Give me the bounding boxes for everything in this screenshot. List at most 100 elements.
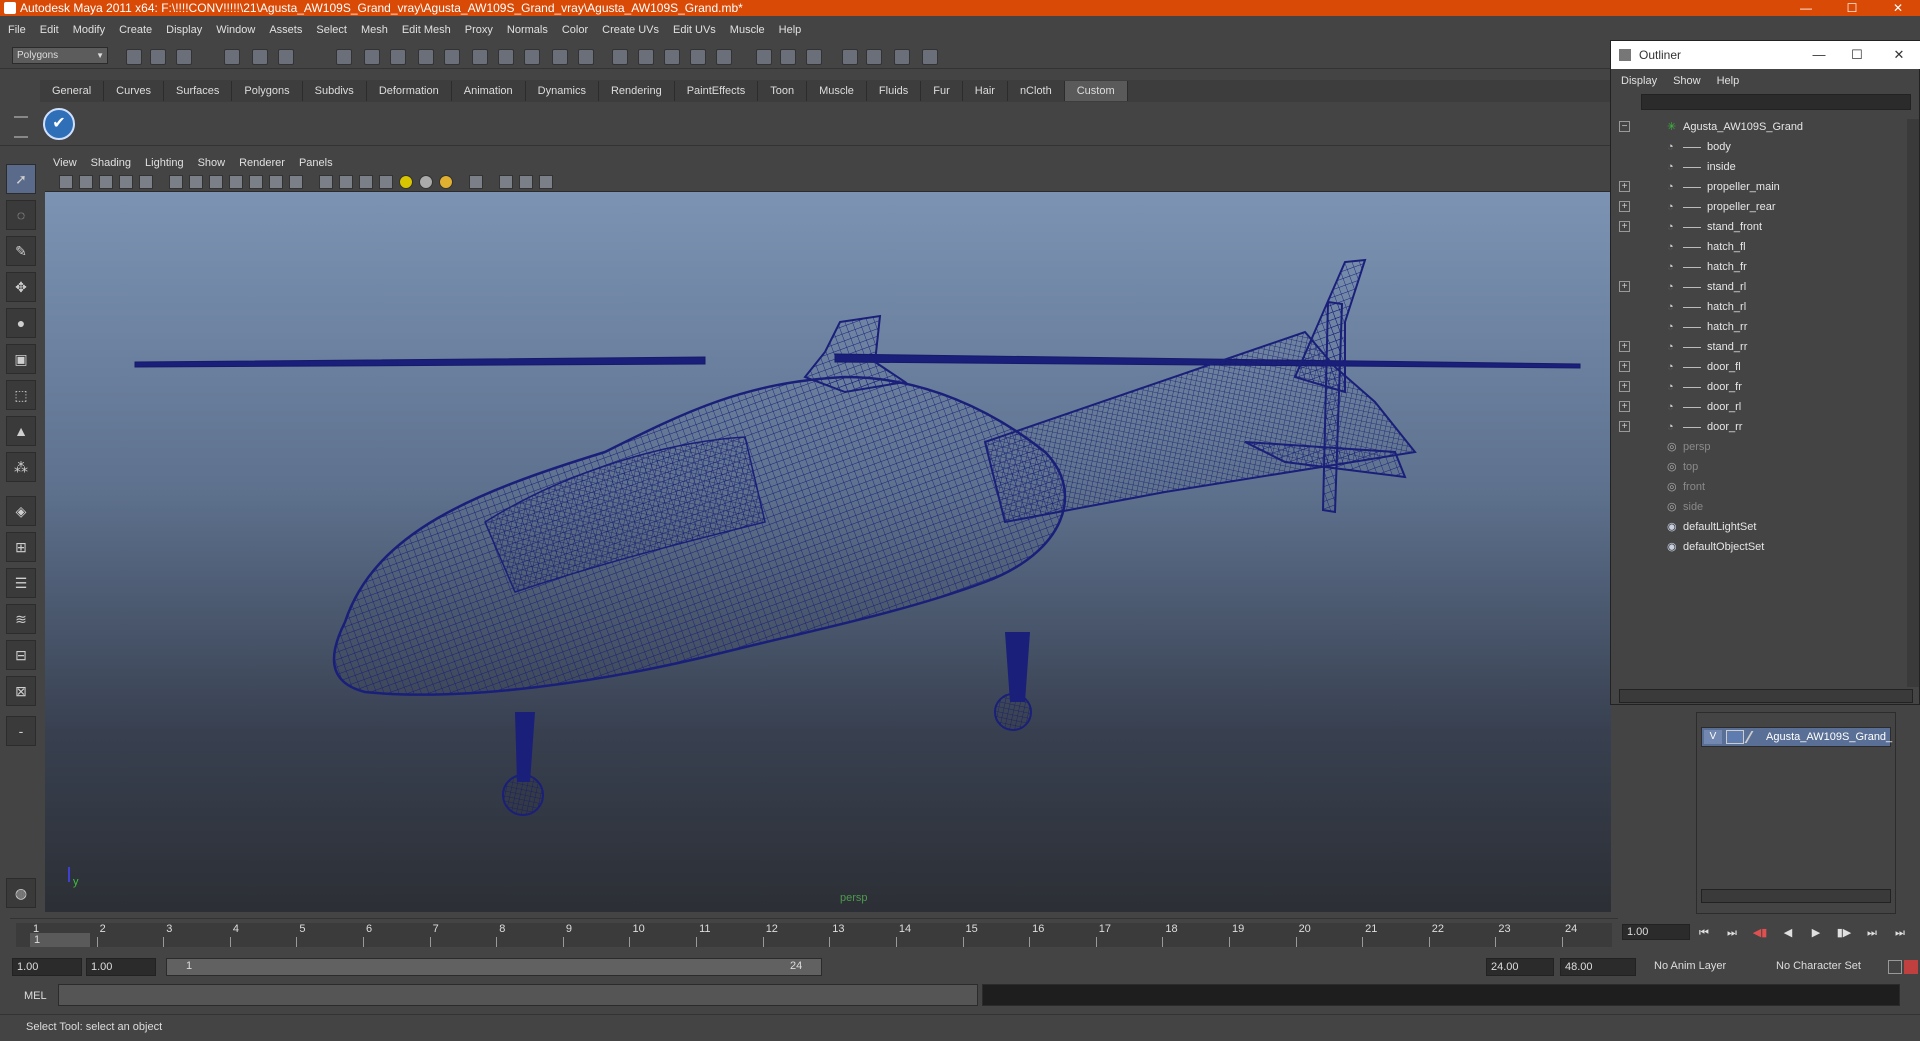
- outliner-item[interactable]: ◔ hatch_fr: [1619, 257, 1905, 277]
- layout-hypershade-icon[interactable]: ⊟: [6, 640, 36, 670]
- step-forward-key-icon[interactable]: ⏭: [1862, 924, 1882, 942]
- outliner-item[interactable]: + ◔ stand_front: [1619, 217, 1905, 237]
- safe-action-icon[interactable]: [269, 175, 283, 189]
- select-curve-icon[interactable]: [390, 49, 406, 65]
- input-output-icon[interactable]: [756, 49, 772, 65]
- layer-scrollbar[interactable]: [1701, 889, 1891, 903]
- bookmark-icon[interactable]: [119, 175, 133, 189]
- mel-input[interactable]: [58, 984, 978, 1006]
- select-handle-icon[interactable]: [336, 49, 352, 65]
- tab-polygons[interactable]: Polygons: [232, 81, 303, 101]
- outliner-menu-show[interactable]: Show: [1673, 75, 1701, 87]
- select-dynamic-icon[interactable]: [472, 49, 488, 65]
- lasso-tool-icon[interactable]: ◌: [6, 200, 36, 230]
- camera-select-icon[interactable]: [59, 175, 73, 189]
- outliner-item[interactable]: ◉ defaultLightSet: [1619, 517, 1905, 537]
- outliner-item[interactable]: ◔ hatch_rl: [1619, 297, 1905, 317]
- outliner-horizontal-scrollbar[interactable]: [1619, 689, 1913, 703]
- layout-four-icon[interactable]: ⊞: [6, 532, 36, 562]
- play-backwards-icon[interactable]: ◀: [1778, 924, 1798, 942]
- check-icon[interactable]: ✔: [43, 108, 75, 140]
- hq-render-icon[interactable]: [439, 175, 453, 189]
- minimize-button[interactable]: —: [1788, 0, 1824, 16]
- outliner-item[interactable]: ◔ hatch_rr: [1619, 317, 1905, 337]
- lock-selection-icon[interactable]: [552, 49, 568, 65]
- shelf-menu-icon[interactable]: [14, 116, 28, 138]
- wireframe-on-shaded-icon[interactable]: [359, 175, 373, 189]
- expand-icon[interactable]: +: [1619, 421, 1630, 432]
- snap-view-plane-icon[interactable]: [690, 49, 706, 65]
- tab-ncloth[interactable]: nCloth: [1008, 81, 1065, 101]
- move-tool-icon[interactable]: ✥: [6, 272, 36, 302]
- key-icon[interactable]: [1888, 960, 1902, 974]
- select-hierarchy-icon[interactable]: [224, 49, 240, 65]
- tab-fluids[interactable]: Fluids: [867, 81, 922, 101]
- outliner-menu-display[interactable]: Display: [1621, 75, 1657, 87]
- menu-color[interactable]: Color: [562, 24, 588, 36]
- ipr-render-icon[interactable]: [842, 49, 858, 65]
- time-slider-track[interactable]: 1 2 3 4 5 6 7 8 9 10 11 12 13 14 15 16 17 18 19 20 21 22 23 24 1: [16, 923, 1612, 947]
- xray-joints-icon[interactable]: [519, 175, 533, 189]
- outliner-item[interactable]: ◉ defaultObjectSet: [1619, 537, 1905, 557]
- resolution-gate-icon[interactable]: [209, 175, 223, 189]
- outliner-item[interactable]: + ◔ stand_rr: [1619, 337, 1905, 357]
- menu-proxy[interactable]: Proxy: [465, 24, 493, 36]
- mel-label[interactable]: MEL: [24, 990, 47, 1002]
- playback-end-field[interactable]: 24.00: [1486, 958, 1554, 976]
- camera-lock-icon[interactable]: [79, 175, 93, 189]
- character-set-dropdown[interactable]: No Character Set: [1772, 958, 1880, 976]
- snap-point-icon[interactable]: [664, 49, 680, 65]
- tab-toon[interactable]: Toon: [758, 81, 808, 101]
- menu-muscle[interactable]: Muscle: [730, 24, 765, 36]
- highlight-selection-icon[interactable]: [578, 49, 594, 65]
- expand-icon[interactable]: +: [1619, 361, 1630, 372]
- expand-icon[interactable]: +: [1619, 201, 1630, 212]
- camera-attr-icon[interactable]: [99, 175, 113, 189]
- outliner-item[interactable]: ◎ persp: [1619, 437, 1905, 457]
- step-forward-frame-icon[interactable]: ▮▶: [1834, 924, 1854, 942]
- maximize-button[interactable]: ☐: [1834, 0, 1870, 16]
- paint-select-icon[interactable]: ✎: [6, 236, 36, 266]
- manipulator-tool-icon[interactable]: ⬚: [6, 380, 36, 410]
- outliner-minimize-button[interactable]: —: [1799, 41, 1839, 69]
- open-scene-icon[interactable]: [150, 49, 166, 65]
- tab-hair[interactable]: Hair: [963, 81, 1008, 101]
- make-live-icon[interactable]: [716, 49, 732, 65]
- outliner-menu-help[interactable]: Help: [1717, 75, 1740, 87]
- select-misc-icon[interactable]: [524, 49, 540, 65]
- outliner-item[interactable]: ◎ top: [1619, 457, 1905, 477]
- menu-normals[interactable]: Normals: [507, 24, 548, 36]
- viewport-menu-renderer[interactable]: Renderer: [239, 157, 285, 169]
- menu-edit[interactable]: Edit: [40, 24, 59, 36]
- anim-layer-dropdown[interactable]: No Anim Layer: [1650, 958, 1758, 976]
- menu-assets[interactable]: Assets: [269, 24, 302, 36]
- menu-modify[interactable]: Modify: [73, 24, 105, 36]
- tab-painteffects[interactable]: PaintEffects: [675, 81, 759, 101]
- tab-subdivs[interactable]: Subdivs: [303, 81, 367, 101]
- go-to-end-icon[interactable]: ⏭: [1890, 924, 1910, 942]
- outliner-item[interactable]: ◔ body: [1619, 137, 1905, 157]
- menu-edit-mesh[interactable]: Edit Mesh: [402, 24, 451, 36]
- soft-mod-icon[interactable]: ▲: [6, 416, 36, 446]
- expand-icon[interactable]: +: [1619, 381, 1630, 392]
- menu-display[interactable]: Display: [166, 24, 202, 36]
- go-to-start-icon[interactable]: ⏮: [1694, 924, 1714, 942]
- expand-icon[interactable]: +: [1619, 341, 1630, 352]
- layout-graph-icon[interactable]: ≋: [6, 604, 36, 634]
- outliner-item[interactable]: + ◔ door_fr: [1619, 377, 1905, 397]
- tab-dynamics[interactable]: Dynamics: [526, 81, 599, 101]
- smooth-shade-icon[interactable]: [339, 175, 353, 189]
- save-scene-icon[interactable]: [176, 49, 192, 65]
- render-settings-icon[interactable]: [866, 49, 882, 65]
- layout-custom-icon[interactable]: ⊠: [6, 676, 36, 706]
- viewport-menu-show[interactable]: Show: [198, 157, 226, 169]
- outliner-vertical-scrollbar[interactable]: [1907, 119, 1919, 687]
- menu-create-uvs[interactable]: Create UVs: [602, 24, 659, 36]
- select-tool-icon[interactable]: ➚: [6, 164, 36, 194]
- menu-window[interactable]: Window: [216, 24, 255, 36]
- collapse-icon[interactable]: −: [1619, 121, 1630, 132]
- outliner-item[interactable]: ◎ side: [1619, 497, 1905, 517]
- render-current-frame-icon[interactable]: [806, 49, 822, 65]
- outliner-item[interactable]: ◎ front: [1619, 477, 1905, 497]
- tab-fur[interactable]: Fur: [921, 81, 963, 101]
